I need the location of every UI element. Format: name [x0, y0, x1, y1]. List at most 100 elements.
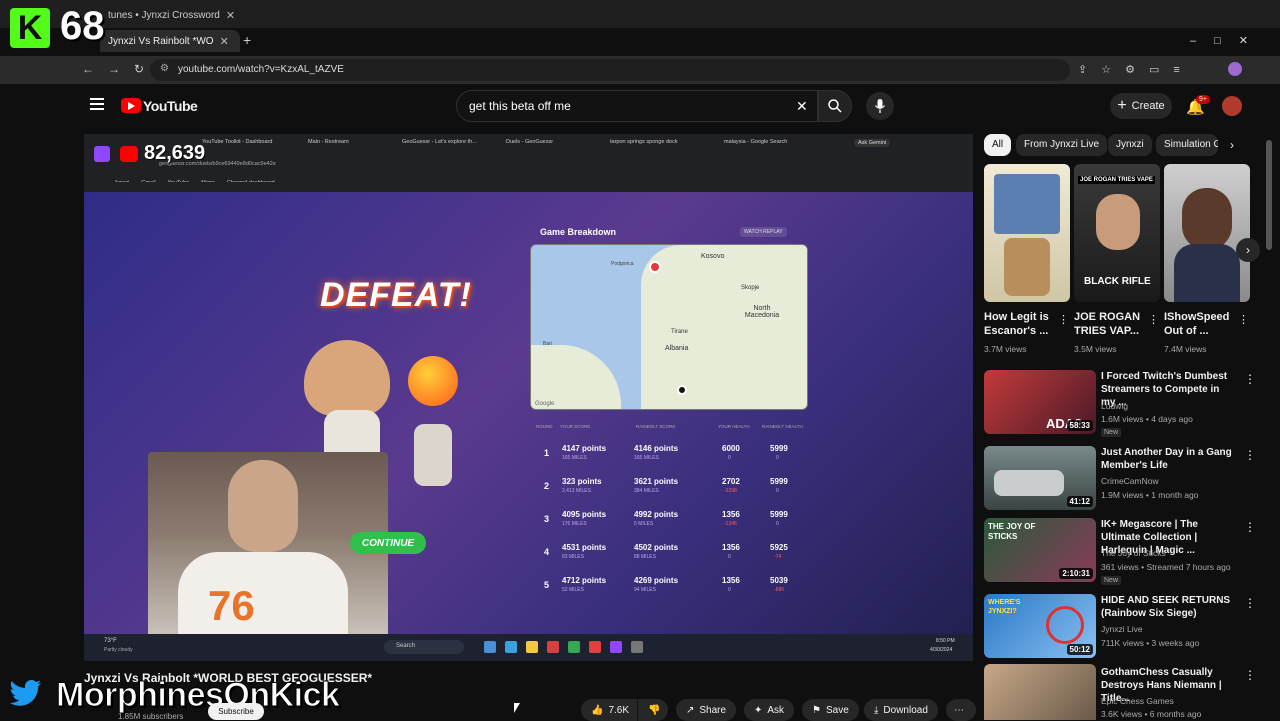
twitch-viewer-count: 82,639 [144, 142, 206, 164]
header-rainbolt-score: RAINBOLT SCORE [636, 424, 676, 429]
short-title[interactable]: JOE ROGAN TRIES VAP... [1074, 310, 1150, 338]
duration-badge: 50:12 [1066, 644, 1093, 655]
more-vert-icon[interactable]: ⋮ [1244, 372, 1256, 386]
youtube-logo-text[interactable]: YouTube [143, 98, 198, 114]
video-title[interactable]: Just Another Day in a Gang Member's Life [1101, 446, 1235, 472]
video-thumbnail[interactable] [984, 664, 1096, 720]
short-title[interactable]: How Legit is Escanor's ... [984, 310, 1060, 338]
thumbnail-text: WHERE'S JYNXZI? [988, 599, 1021, 615]
menu-icon[interactable] [90, 98, 104, 110]
window-controls[interactable]: –□✕ [1190, 34, 1266, 47]
channel-name[interactable]: Ludwig [1101, 400, 1128, 412]
rainbolt-score: 4502 points [634, 543, 679, 552]
chip-jynxzi[interactable]: Jynxzi [1108, 134, 1152, 156]
chip-simulation[interactable]: Simulation G [1156, 134, 1218, 156]
channel-name[interactable]: The Joy of Sticks [1101, 547, 1166, 559]
url-text: youtube.com/watch?v=KzxAL_tAZVE [178, 64, 344, 75]
browser-tab[interactable]: tunes • Jynxzi Crossword ✕ [100, 4, 260, 26]
subscribe-button[interactable]: Subscribe [208, 703, 264, 720]
video-player[interactable]: YouTube Toolkit - Dashboard Main - Restr… [84, 134, 973, 661]
more-vert-icon[interactable]: ⋮ [1244, 596, 1256, 610]
short-thumbnail[interactable] [1164, 164, 1250, 302]
close-icon[interactable]: ✕ [220, 35, 229, 48]
more-vert-icon[interactable]: ⋮ [1244, 668, 1256, 682]
channel-name[interactable]: Jynxzi Live [1101, 623, 1143, 635]
tab-label: tunes • Jynxzi Crossword [108, 9, 220, 21]
download-button[interactable]: ⤓ Download [864, 699, 938, 721]
continue-button[interactable]: CONTINUE [350, 532, 426, 554]
guess-pin [649, 261, 661, 273]
dislike-button[interactable]: 👎 [638, 699, 668, 721]
more-actions-button[interactable]: ⋯ [946, 699, 976, 721]
rainbolt-health: 5999 [770, 477, 788, 486]
new-tab-button[interactable]: + [243, 32, 251, 48]
your-health: 2702 [722, 477, 740, 486]
video-meta: 711K views • 3 weeks ago [1101, 638, 1200, 648]
watch-replay-button[interactable]: WATCH REPLAY [740, 227, 787, 237]
more-vert-icon[interactable]: ⋮ [1244, 448, 1256, 462]
extension-icons[interactable]: ⇪☆⚙▭≡ [1078, 63, 1194, 76]
profile-avatar[interactable] [1228, 62, 1242, 76]
voice-search-button[interactable] [866, 92, 894, 120]
channel-name[interactable]: CrimeCamNow [1101, 475, 1159, 487]
save-button[interactable]: ⚑ Save [802, 699, 859, 721]
chevron-right-icon[interactable]: › [1230, 138, 1234, 152]
url-field[interactable]: ⚙ youtube.com/watch?v=KzxAL_tAZVE [150, 59, 1070, 81]
browser-tab-active[interactable]: Jynxzi Vs Rainbolt *WO ✕ [100, 30, 240, 52]
share-button[interactable]: ↗ Share [676, 699, 737, 721]
rainbolt-health: 5999 [770, 510, 788, 519]
ask-button[interactable]: ✦ Ask [744, 699, 795, 721]
youtube-logo-icon[interactable] [121, 98, 141, 113]
search-button[interactable] [818, 90, 852, 122]
thumbs-down-icon: 👎 [648, 704, 661, 716]
map-label: Albania [665, 345, 689, 352]
like-button[interactable]: 👍 7.6K [581, 699, 637, 721]
site-info-icon[interactable]: ⚙ [160, 63, 169, 74]
sidebar-scrollbar[interactable] [1266, 140, 1272, 250]
map-label: North Macedonia [744, 305, 780, 319]
more-vert-icon[interactable]: ⋮ [1244, 520, 1256, 534]
your-score: 4531 points [562, 543, 607, 552]
thumbnail-car [994, 470, 1064, 496]
more-vert-icon[interactable]: ⋮ [1238, 313, 1249, 326]
short-title[interactable]: IShowSpeed Out of ... [1164, 310, 1240, 338]
video-thumbnail[interactable]: THE JOY OF STICKS 2:10:31 [984, 518, 1096, 582]
taskbar-time: 8:50 PM [936, 638, 955, 644]
channel-name[interactable]: Epic Chess Games [1101, 695, 1174, 707]
account-avatar[interactable] [1222, 96, 1242, 116]
nav-buttons[interactable]: ←→↻ [82, 62, 158, 76]
short-views: 3.7M views [984, 344, 1027, 354]
duration-badge: 2:10:31 [1059, 568, 1093, 579]
rainbolt-score: 4146 points [634, 444, 679, 453]
webcam-feed: 76 [148, 452, 388, 661]
header-rainbolt-health: RAINBOLT HEALTH [762, 424, 803, 429]
notification-badge: 9+ [1196, 95, 1210, 104]
clear-search-icon[interactable]: ✕ [796, 98, 808, 115]
chip-all[interactable]: All [984, 134, 1012, 156]
short-thumbnail[interactable]: JOE ROGAN TRIES VAPE BLACK RIFLE [1074, 164, 1160, 302]
more-vert-icon[interactable]: ⋮ [1148, 313, 1159, 326]
video-thumbnail[interactable]: 41:12 [984, 446, 1096, 510]
chip-from-jynxzi-live[interactable]: From Jynxzi Live [1016, 134, 1108, 156]
search-input[interactable]: get this beta off me [456, 90, 818, 122]
inner-tab: Main - Restream [308, 139, 349, 145]
shorts-next-button[interactable]: › [1236, 238, 1260, 262]
your-health-change: -3298 [724, 488, 737, 494]
create-button[interactable]: + Create [1110, 93, 1172, 119]
thumbnail-text: THE JOY OF STICKS [988, 522, 1036, 541]
create-label: Create [1131, 100, 1165, 112]
ask-gemini-button: Ask Gemini [854, 139, 891, 147]
video-title[interactable]: HIDE AND SEEK RETURNS (Rainbow Six Siege… [1101, 594, 1235, 620]
result-map[interactable]: Kosovo Podgorica Skopje North Macedonia … [530, 244, 808, 410]
twitch-icon [94, 146, 110, 162]
more-vert-icon[interactable]: ⋮ [1058, 313, 1069, 326]
video-thumbnail[interactable]: WHERE'S JYNXZI? 50:12 [984, 594, 1096, 658]
share-label: Share [699, 704, 727, 716]
share-icon: ↗ [686, 704, 695, 716]
short-thumbnail[interactable] [984, 164, 1070, 302]
tab-label: Jynxzi Vs Rainbolt *WO [108, 35, 214, 47]
ask-label: Ask [767, 704, 785, 716]
video-thumbnail[interactable]: ADA? 58:33 [984, 370, 1096, 434]
rainbolt-distance: 165 MILES [634, 455, 659, 461]
close-icon[interactable]: ✕ [226, 9, 235, 22]
